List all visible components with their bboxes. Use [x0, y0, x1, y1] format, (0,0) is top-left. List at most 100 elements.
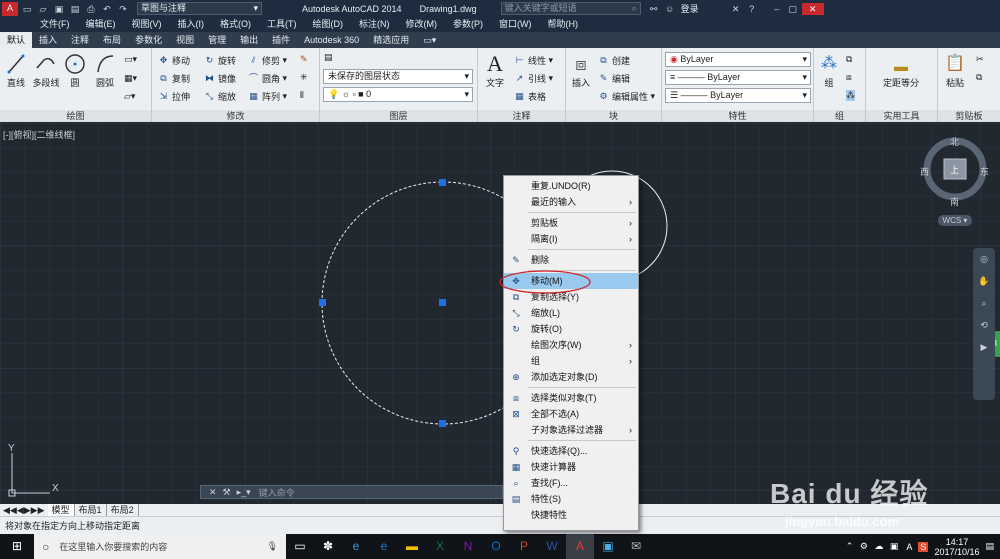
panel-modify-title[interactable]: 修改 — [152, 110, 319, 122]
group-edit-icon[interactable]: ⧈ — [846, 72, 852, 83]
maximize-icon[interactable]: ▢ — [786, 3, 800, 15]
context-item-16[interactable]: ▦ 快速计算器 — [504, 459, 638, 475]
orbit-icon[interactable]: ⟲ — [973, 314, 995, 336]
saveas-icon[interactable]: ▤ — [68, 3, 82, 15]
tab-5[interactable]: 视图 — [169, 32, 201, 48]
text-button[interactable]: A 文字 — [482, 52, 508, 89]
grip-center[interactable] — [439, 299, 446, 306]
image-app-icon[interactable]: ▣ — [594, 534, 622, 559]
drawing-viewport[interactable]: X Y [-][俯视][二维线框] 北 南 东 西 上 WCS ▾ 63 — [0, 123, 1000, 504]
arc-button[interactable]: 圆弧 — [94, 52, 116, 89]
tray-sougou-icon[interactable]: S — [918, 541, 929, 552]
menu-item-2[interactable]: 视图(V) — [124, 17, 170, 32]
insert-button[interactable]: ⧈ 插入 — [568, 52, 594, 89]
app-menu-icon[interactable]: A — [2, 1, 18, 16]
tab-1[interactable]: 插入 — [32, 32, 64, 48]
ie-browser-icon[interactable]: e — [342, 534, 370, 559]
trim-button[interactable]: ⫽ 修剪 ▾ — [248, 54, 287, 67]
context-item-9[interactable]: 绘图次序(W) › — [504, 337, 638, 353]
zoom-icon[interactable]: ⌕ — [973, 292, 995, 314]
menu-item-7[interactable]: 标注(N) — [351, 17, 398, 32]
tab-4[interactable]: 参数化 — [128, 32, 169, 48]
tab-3[interactable]: 布局 — [96, 32, 128, 48]
tab-9[interactable]: Autodesk 360 — [297, 32, 366, 48]
panel-layers-title[interactable]: 图层 — [320, 110, 477, 122]
menu-item-10[interactable]: 窗口(W) — [491, 17, 540, 32]
explode-icon[interactable]: ✳ — [300, 72, 308, 83]
open-file-icon[interactable]: ▱ — [36, 3, 50, 15]
context-item-1[interactable]: 最近的输入 › — [504, 194, 638, 210]
drawing-canvas[interactable]: X Y — [0, 123, 1000, 504]
context-item-10[interactable]: 组 › — [504, 353, 638, 369]
onenote-icon[interactable]: N — [454, 534, 482, 559]
context-item-3[interactable]: 隔离(I) › — [504, 231, 638, 247]
panel-clipboard-title[interactable]: 剪贴板 — [938, 110, 1000, 122]
layout-tab-2[interactable]: 布局2 — [107, 504, 139, 516]
erase-icon[interactable]: ✎ — [300, 54, 308, 65]
context-item-12[interactable]: ⧈ 选择类似对象(T) — [504, 390, 638, 406]
tray-lang[interactable]: A — [906, 542, 912, 552]
lineweight-dropdown[interactable]: ☰ ——— ByLayer ▾ — [665, 88, 811, 103]
outlook-icon[interactable]: O — [482, 534, 510, 559]
panel-groups-title[interactable]: 组 — [814, 110, 865, 122]
redo-icon[interactable]: ↷ — [116, 3, 130, 15]
leader-button[interactable]: ↗ 引线 ▾ — [514, 72, 553, 85]
color-dropdown[interactable]: ◉ ByLayer ▾ — [665, 52, 811, 67]
windows-start-icon[interactable]: ⊞ — [0, 534, 34, 559]
layout-tab-1[interactable]: 布局1 — [75, 504, 107, 516]
line-button[interactable]: 直线 — [5, 52, 27, 89]
menu-item-1[interactable]: 编辑(E) — [78, 17, 124, 32]
notification-icon[interactable]: ▤ — [985, 541, 994, 552]
wcs-menu[interactable]: WCS ▾ — [938, 215, 972, 226]
boundary-icon[interactable]: ▱▾ — [124, 91, 135, 102]
tray-icons[interactable]: ⌃ ⚙ ☁ ▣ — [846, 541, 901, 552]
rectangle-icon[interactable]: ▭▾ — [124, 54, 137, 65]
exchange-icon[interactable]: ✕ — [729, 3, 743, 15]
copy-button[interactable]: ⧉ 复制 — [158, 72, 190, 85]
close-cmd-icon[interactable]: ✕ — [209, 487, 217, 498]
linetype-dropdown[interactable]: ≡ ——— ByLayer ▾ — [665, 70, 811, 85]
save-icon[interactable]: ▣ — [52, 3, 66, 15]
tab-8[interactable]: 插件 — [265, 32, 297, 48]
context-item-19[interactable]: 快捷特性 — [504, 507, 638, 523]
create-block-button[interactable]: ⧉ 创建 — [598, 54, 630, 67]
menu-item-4[interactable]: 格式(O) — [212, 17, 259, 32]
panel-properties-title[interactable]: 特性 — [662, 110, 813, 122]
user-icon[interactable]: ☺ — [663, 3, 677, 15]
edit-attr-button[interactable]: ⚙ 编辑属性 ▾ — [598, 90, 655, 103]
panel-utilities-title[interactable]: 实用工具 — [866, 110, 937, 122]
linear-button[interactable]: ⊢ 线性 ▾ — [514, 54, 553, 67]
layout-tab-0[interactable]: 模型 — [47, 504, 75, 516]
steering-wheel-icon[interactable]: ◎ — [973, 248, 995, 270]
workspace-dropdown[interactable]: 草图与注释 ▾ — [137, 2, 262, 15]
panel-block-title[interactable]: 块 — [566, 110, 661, 122]
mirror-button[interactable]: ⧓ 镜像 — [204, 72, 236, 85]
binoculars-icon[interactable]: ⚯ — [647, 3, 661, 15]
tab-6[interactable]: 管理 — [201, 32, 233, 48]
word-icon[interactable]: W — [538, 534, 566, 559]
help-icon[interactable]: ? — [745, 3, 759, 15]
group-select-icon[interactable]: ⁂ — [846, 90, 855, 101]
context-item-15[interactable]: ⚲ 快速选择(Q)... — [504, 443, 638, 459]
login-link[interactable]: 登录 — [681, 2, 699, 15]
tab-10[interactable]: 精选应用 — [366, 32, 416, 48]
grip-left[interactable] — [319, 299, 326, 306]
context-item-11[interactable]: ⊕ 添加选定对象(D) — [504, 369, 638, 385]
menu-item-0[interactable]: 文件(F) — [32, 17, 78, 32]
close-icon[interactable]: ✕ — [801, 2, 824, 15]
viewcube-top-face[interactable]: 上 — [950, 163, 959, 176]
fillet-button[interactable]: ⌒ 圆角 ▾ — [248, 72, 287, 85]
context-item-14[interactable]: 子对象选择过滤器 › — [504, 422, 638, 438]
pan-icon[interactable]: ✋ — [973, 270, 995, 292]
cut-icon[interactable]: ✂ — [976, 54, 984, 65]
copy-clip-icon[interactable]: ⧉ — [976, 72, 982, 83]
context-item-13[interactable]: ⊠ 全部不选(A) — [504, 406, 638, 422]
search-input[interactable]: 键入关键字或短语 ⌕ — [500, 2, 641, 15]
hatch-icon[interactable]: ▦▾ — [124, 73, 137, 84]
file-explorer-icon[interactable]: ▬ — [398, 534, 426, 559]
panel-annotation-title[interactable]: 注释 — [478, 110, 565, 122]
edit-block-button[interactable]: ✎ 编辑 — [598, 72, 630, 85]
circle-button[interactable]: 圆 — [64, 52, 86, 89]
new-file-icon[interactable]: ▭ — [20, 3, 34, 15]
context-item-7[interactable]: ⤡ 缩放(L) — [504, 305, 638, 321]
